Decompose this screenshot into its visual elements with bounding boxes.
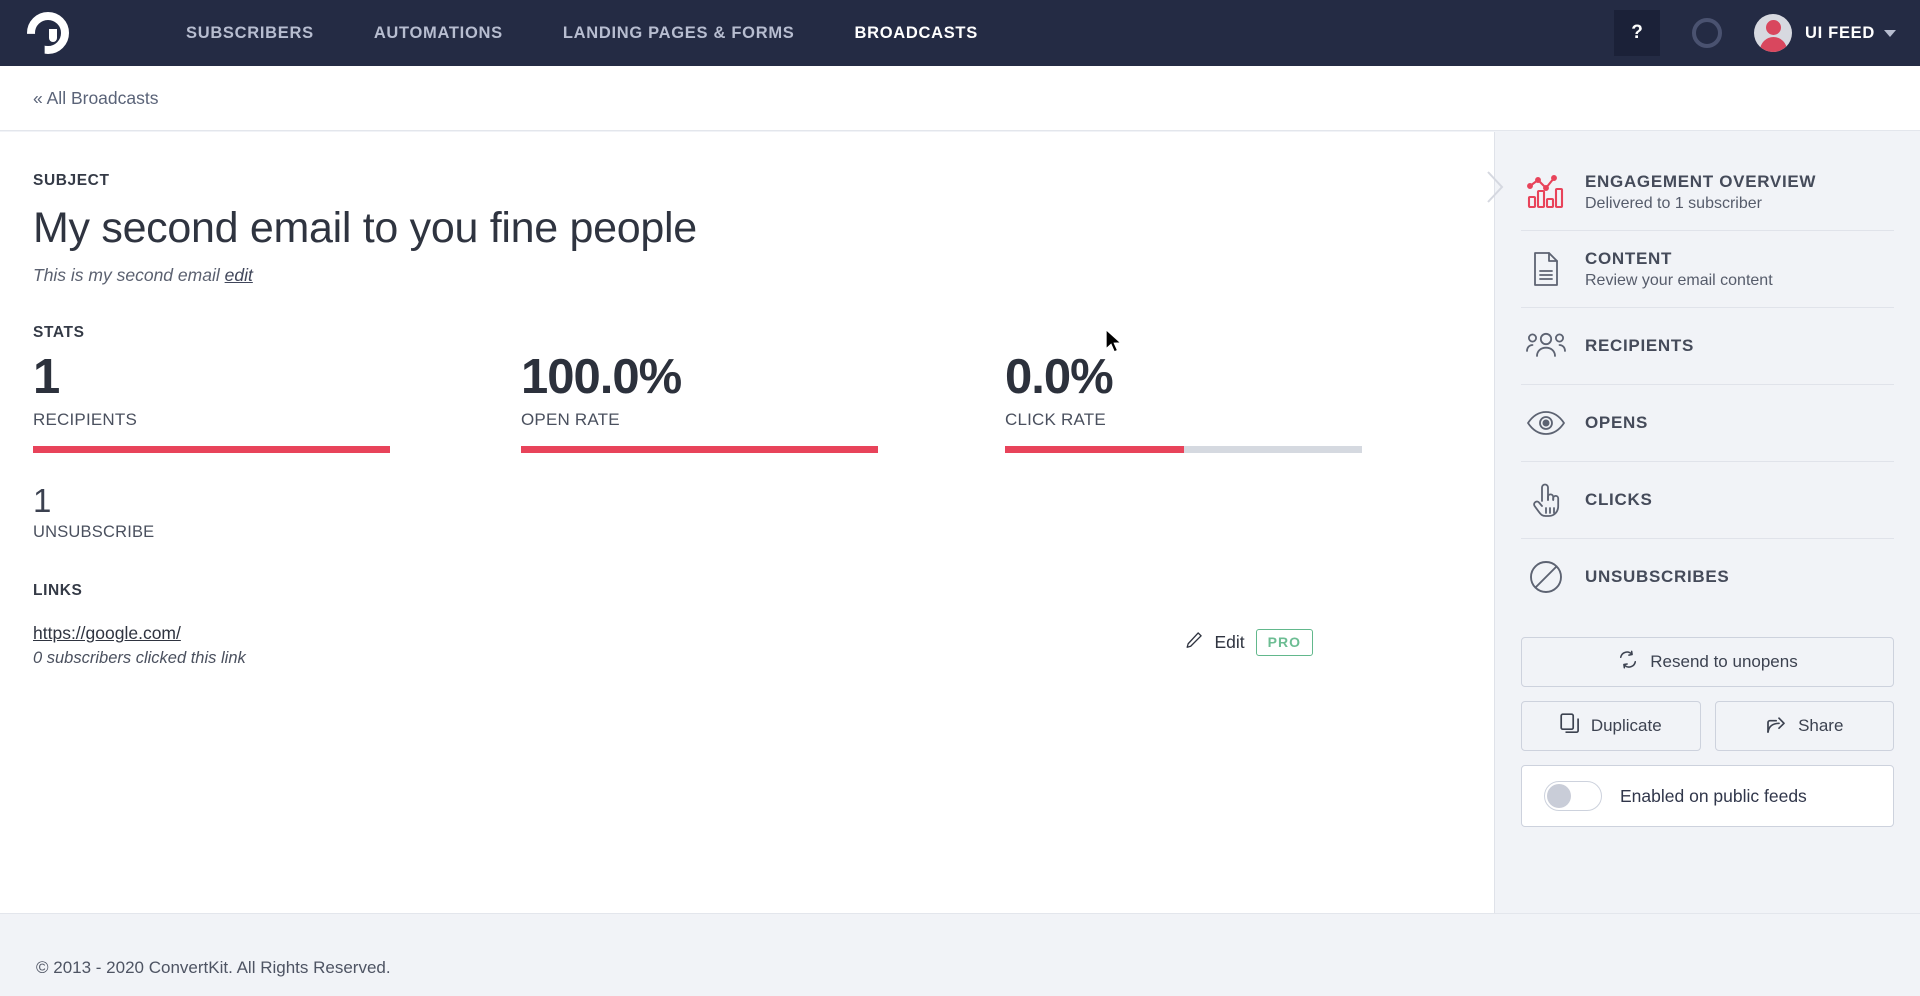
- nav-link-subscribers[interactable]: SUBSCRIBERS: [156, 0, 344, 66]
- links-label: LINKS: [33, 582, 83, 600]
- top-navigation-bar: SUBSCRIBERS AUTOMATIONS LANDING PAGES & …: [0, 0, 1920, 66]
- main-content: SUBJECT My second email to you fine peop…: [0, 132, 1494, 913]
- notifications-icon[interactable]: [1692, 18, 1722, 48]
- nav-link-broadcasts[interactable]: BROADCASTS: [824, 0, 1007, 66]
- preview-text: This is my second email: [33, 265, 220, 285]
- sidebar-item-title: OPENS: [1585, 413, 1649, 432]
- document-icon: [1525, 248, 1567, 290]
- edit-link-button[interactable]: Edit: [1215, 632, 1245, 653]
- sidebar-item-content[interactable]: CONTENT Review your email content: [1521, 231, 1894, 308]
- sidebar-item-clicks[interactable]: CLICKS: [1521, 462, 1894, 539]
- nav-link-landing-pages-and-forms[interactable]: LANDING PAGES & FORMS: [533, 0, 825, 66]
- sidebar-item-text: UNSUBSCRIBES: [1585, 567, 1729, 587]
- user-name-label[interactable]: UI FEED: [1805, 24, 1875, 43]
- stat-progress-bar: [1005, 445, 1362, 453]
- pencil-icon[interactable]: [1184, 630, 1204, 655]
- primary-nav-links: SUBSCRIBERS AUTOMATIONS LANDING PAGES & …: [156, 0, 1008, 66]
- unsubscribe-value: 1: [33, 482, 52, 519]
- stat-unsubscribe: 1 UNSUBSCRIBE: [33, 482, 1494, 542]
- public-feeds-toggle[interactable]: [1544, 781, 1602, 811]
- sidebar-item-title: RECIPIENTS: [1585, 336, 1695, 355]
- duplicate-label: Duplicate: [1590, 716, 1662, 735]
- public-feeds-toggle-card[interactable]: Enabled on public feeds: [1521, 765, 1894, 827]
- link-list-item: https://google.com/ 0 subscribers clicke…: [33, 623, 1433, 668]
- avatar[interactable]: [1754, 14, 1792, 52]
- stat-recipients: 1 RECIPIENTS: [33, 350, 390, 453]
- nav-right-cluster: ? UI FEED: [1614, 0, 1896, 66]
- stat-name: OPEN RATE: [521, 409, 620, 429]
- sidebar-item-title: CLICKS: [1585, 490, 1653, 509]
- link-url[interactable]: https://google.com/: [33, 623, 181, 643]
- sidebar-item-title: UNSUBSCRIBES: [1585, 567, 1730, 586]
- duplicate-button[interactable]: Duplicate: [1521, 701, 1701, 751]
- pro-badge[interactable]: PRO: [1255, 629, 1313, 657]
- sidebar-item-unsubscribes[interactable]: UNSUBSCRIBES: [1521, 539, 1894, 615]
- bar-chart-icon: [1525, 171, 1567, 213]
- link-actions: Edit PRO: [1184, 629, 1313, 657]
- stat-click-rate: 0.0% CLICK RATE: [1005, 350, 1362, 453]
- all-broadcasts-link[interactable]: « All Broadcasts: [33, 88, 158, 109]
- resend-to-unopens-button[interactable]: Resend to unopens: [1521, 637, 1894, 687]
- share-icon: [1765, 713, 1787, 740]
- sidebar-item-text: CONTENT Review your email content: [1585, 249, 1773, 290]
- duplicate-icon: [1560, 712, 1580, 740]
- toggle-knob: [1547, 784, 1571, 808]
- stat-open-rate: 100.0% OPEN RATE: [521, 350, 878, 453]
- copyright-text: © 2013 - 2020 ConvertKit. All Rights Res…: [36, 958, 391, 977]
- public-feeds-label: Enabled on public feeds: [1620, 785, 1807, 806]
- resend-icon: [1617, 650, 1639, 675]
- eye-icon: [1525, 402, 1567, 444]
- stats-label: STATS: [33, 324, 85, 341]
- collapse-panel-chevron-icon[interactable]: [1484, 170, 1506, 203]
- stat-name: CLICK RATE: [1005, 409, 1106, 429]
- sidebar-item-title: CONTENT: [1585, 248, 1673, 268]
- unsubscribe-label: UNSUBSCRIBE: [33, 523, 155, 542]
- share-button[interactable]: Share: [1714, 701, 1894, 751]
- resend-label: Resend to unopens: [1650, 652, 1798, 671]
- stat-progress-bar: [521, 445, 878, 453]
- page-footer: © 2013 - 2020 ConvertKit. All Rights Res…: [0, 913, 1920, 996]
- sidebar-item-recipients[interactable]: RECIPIENTS: [1521, 308, 1894, 385]
- sidebar-item-opens[interactable]: OPENS: [1521, 385, 1894, 462]
- edit-preview-link[interactable]: edit: [225, 265, 253, 285]
- help-icon[interactable]: ?: [1614, 10, 1660, 56]
- no-entry-icon: [1525, 556, 1567, 598]
- share-label: Share: [1798, 716, 1844, 735]
- sidebar-item-text: OPENS: [1585, 413, 1648, 433]
- nav-link-automations[interactable]: AUTOMATIONS: [344, 0, 533, 66]
- preview-text-row: This is my second email edit: [33, 265, 1494, 286]
- page-title: My second email to you fine people: [33, 204, 697, 252]
- sidebar-item-subtitle: Delivered to 1 subscriber: [1585, 194, 1762, 212]
- stat-value: 1: [33, 350, 60, 404]
- sidebar-item-engagement-overview[interactable]: ENGAGEMENT OVERVIEW Delivered to 1 subsc…: [1521, 154, 1894, 231]
- stats-grid: 1 RECIPIENTS 100.0% OPEN RATE 0.0% CLICK…: [33, 350, 1494, 477]
- stat-value: 100.0%: [521, 350, 682, 404]
- chevron-down-icon[interactable]: [1884, 29, 1896, 37]
- sidebar-item-text: ENGAGEMENT OVERVIEW Delivered to 1 subsc…: [1585, 172, 1816, 213]
- stat-progress-bar: [33, 445, 390, 453]
- pointing-hand-icon: [1525, 479, 1567, 521]
- sidebar-item-text: RECIPIENTS: [1585, 336, 1694, 356]
- page-root: SUBSCRIBERS AUTOMATIONS LANDING PAGES & …: [0, 0, 1920, 996]
- stat-name: RECIPIENTS: [33, 409, 138, 429]
- engagement-sidebar: ENGAGEMENT OVERVIEW Delivered to 1 subsc…: [1487, 132, 1920, 913]
- subject-label: SUBJECT: [33, 172, 110, 189]
- sidebar-item-subtitle: Review your email content: [1585, 271, 1773, 289]
- sidebar-button-row: Duplicate Share: [1521, 701, 1894, 751]
- sidebar-item-title: ENGAGEMENT OVERVIEW: [1585, 171, 1817, 191]
- sidebar-item-text: CLICKS: [1585, 490, 1652, 510]
- stat-value: 0.0%: [1005, 350, 1114, 404]
- convertkit-logo[interactable]: [0, 12, 96, 54]
- people-icon: [1525, 325, 1567, 367]
- breadcrumb: « All Broadcasts: [0, 66, 1920, 131]
